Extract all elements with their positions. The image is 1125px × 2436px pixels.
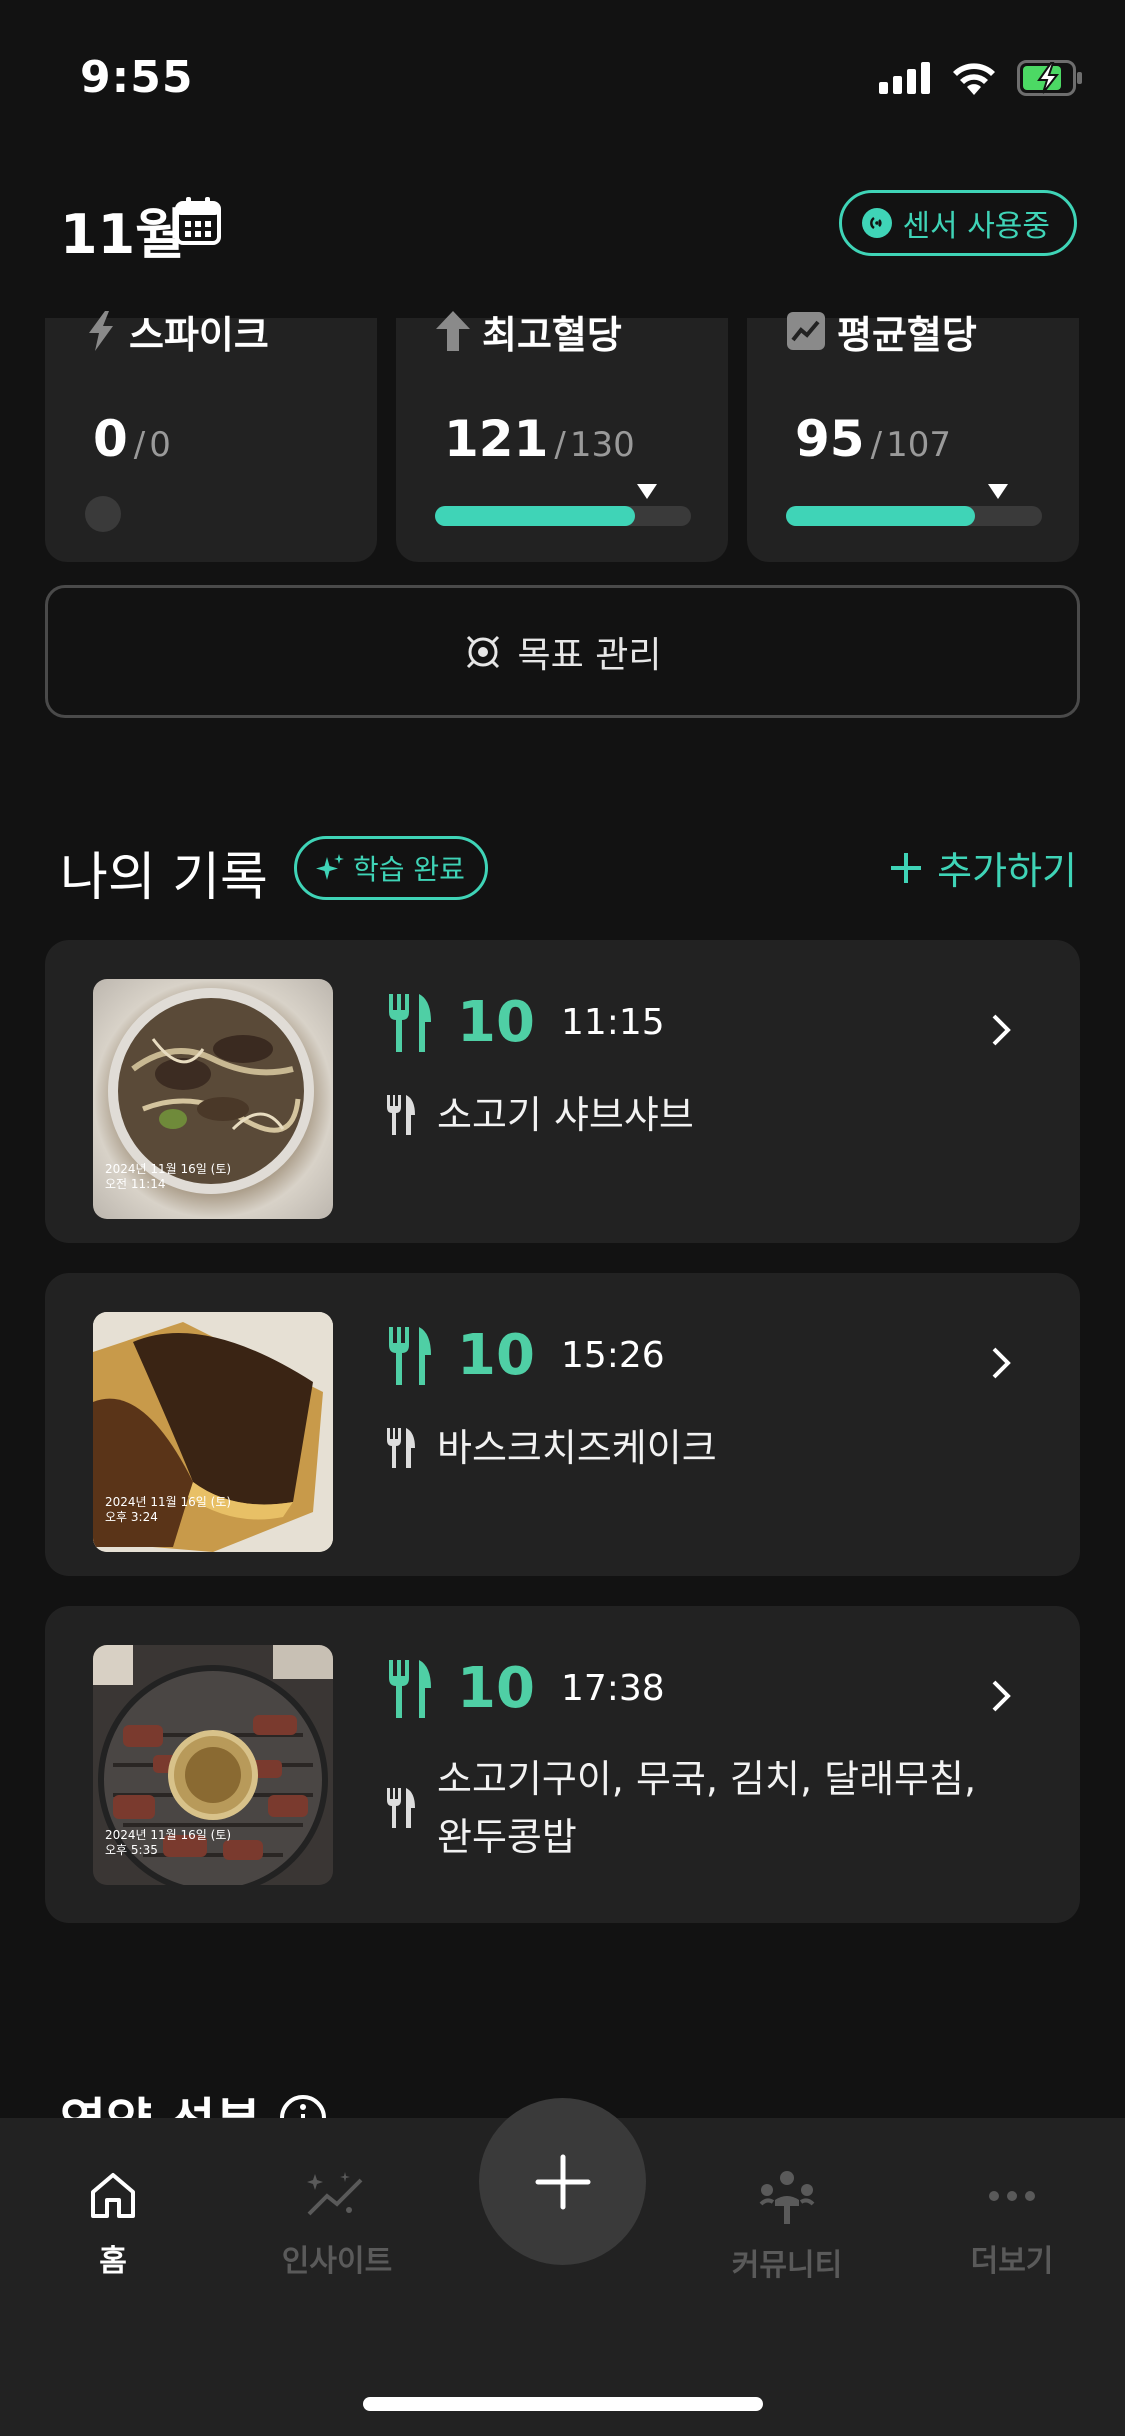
photo-timestamp: 2024년 11월 16일 (토) 오전 11:14 [105, 1162, 232, 1191]
stat-value: 121/130 [444, 410, 635, 468]
meal-name-row: 소고기구이, 무국, 김치, 달래무침, 완두콩밥 [385, 1750, 976, 1866]
learn-badge-label: 학습 완료 [353, 853, 465, 886]
learning-complete-badge[interactable]: 학습 완료 [294, 836, 488, 900]
meal-name-row: 바스크치즈케이크 [385, 1419, 717, 1477]
fork-knife-icon [389, 993, 431, 1052]
tab-insight[interactable]: 인사이트 [237, 2170, 437, 2280]
stat-title: 스파이크 [85, 311, 269, 358]
meal-score: 10 [457, 1323, 535, 1388]
battery-charging-icon [1017, 60, 1082, 96]
meal-score-row: 10 11:15 [385, 990, 665, 1055]
tab-home[interactable]: 홈 [13, 2170, 213, 2280]
fork-knife-small-icon [387, 1428, 415, 1468]
sparkle-icon [316, 854, 344, 880]
trend-chart-icon [787, 312, 825, 350]
stat-title: 평균혈당 [787, 312, 977, 358]
calendar-icon[interactable] [174, 196, 222, 246]
meal-name-row: 소고기 샤브샤브 [385, 1086, 694, 1144]
meal-photo: 2024년 11월 16일 (토) 오후 3:24 [93, 1312, 333, 1552]
meal-name: 바스크치즈케이크 [437, 1426, 717, 1470]
fork-knife-icon [389, 1326, 431, 1385]
spike-indicator-dot [85, 496, 121, 532]
cellular-signal-icon [879, 62, 930, 94]
progress-bar [435, 484, 691, 526]
chevron-right-icon[interactable] [990, 1012, 1012, 1048]
plus-icon [891, 852, 922, 883]
add-record-label: 추가하기 [937, 849, 1077, 893]
meal-score-row: 10 17:38 [385, 1656, 665, 1721]
home-icon [91, 2173, 135, 2218]
stat-card-max-glucose[interactable]: 최고혈당 121/130 [396, 311, 728, 562]
stat-card-avg-glucose[interactable]: 평균혈당 95/107 [747, 312, 1079, 562]
add-record-button[interactable]: 추가하기 [889, 840, 1077, 895]
stat-value: 95/107 [795, 410, 951, 468]
meal-time: 17:38 [560, 1668, 665, 1709]
fork-knife-small-icon [387, 1095, 415, 1135]
tab-community[interactable]: 커뮤니티 [687, 2170, 887, 2284]
home-indicator [363, 2397, 763, 2411]
target-icon [466, 635, 499, 668]
target-marker-icon [988, 484, 1009, 499]
fork-knife-small-icon [387, 1788, 415, 1828]
plus-icon [535, 2154, 590, 2209]
meal-photo: 2024년 11월 16일 (토) 오전 11:14 [93, 979, 333, 1219]
chevron-right-icon[interactable] [990, 1678, 1012, 1714]
home-screen: 9:55 11월 센서 사용중 스파이크 0 / 0 최고혈당 121 / 13… [0, 0, 1125, 2436]
meal-record-card[interactable]: 2024년 11월 16일 (토) 오후 5:35 10 17:38 소고기구이,… [45, 1606, 1080, 1923]
meal-score-row: 10 15:26 [385, 1323, 665, 1388]
meal-record-card[interactable]: 2024년 11월 16일 (토) 오전 11:14 10 11:15 소고기 샤… [45, 940, 1080, 1243]
goal-management-button[interactable]: 목표 관리 [45, 585, 1080, 718]
progress-fill [786, 506, 976, 526]
community-icon [759, 2171, 815, 2224]
stat-value: 0/0 [93, 410, 171, 468]
meal-name: 소고기 샤브샤브 [437, 1093, 694, 1137]
sensor-icon [862, 208, 893, 238]
target-marker-icon [637, 484, 658, 499]
chevron-right-icon[interactable] [990, 1345, 1012, 1381]
bolt-icon [89, 311, 113, 351]
meal-time: 15:26 [560, 1335, 665, 1376]
sensor-status-badge[interactable]: 센서 사용중 [839, 190, 1077, 256]
wifi-icon [953, 63, 995, 95]
arrow-up-icon [436, 311, 470, 351]
progress-fill [435, 506, 635, 526]
meal-name: 소고기구이, 무국, 김치, 달래무침, 완두콩밥 [437, 1757, 977, 1859]
meal-score: 10 [457, 990, 535, 1055]
tab-more[interactable]: 더보기 [912, 2170, 1112, 2280]
meal-photo: 2024년 11월 16일 (토) 오후 5:35 [93, 1645, 333, 1885]
meal-time: 11:15 [560, 1002, 665, 1043]
progress-bar [786, 484, 1042, 526]
meal-record-card[interactable]: 2024년 11월 16일 (토) 오후 3:24 10 15:26 바스크치즈케… [45, 1273, 1080, 1576]
insight-chart-icon [307, 2172, 363, 2216]
fork-knife-icon [389, 1659, 431, 1718]
month-title[interactable]: 11월 [60, 190, 185, 269]
stat-card-spike[interactable]: 스파이크 0/0 [45, 311, 377, 562]
meal-score: 10 [457, 1656, 535, 1721]
add-fab-button[interactable] [479, 2098, 646, 2265]
photo-timestamp: 2024년 11월 16일 (토) 오후 3:24 [105, 1495, 232, 1524]
sensor-badge-label: 센서 사용중 [902, 209, 1050, 244]
stat-title: 최고혈당 [436, 311, 622, 358]
goal-button-label: 목표 관리 [517, 634, 662, 676]
more-dots-icon [989, 2191, 1035, 2201]
status-time: 9:55 [80, 52, 194, 103]
status-bar: 9:55 [0, 0, 1125, 150]
photo-timestamp: 2024년 11월 16일 (토) 오후 5:35 [105, 1828, 232, 1857]
records-title: 나의 기록 [60, 848, 268, 908]
status-icons [879, 60, 1083, 96]
